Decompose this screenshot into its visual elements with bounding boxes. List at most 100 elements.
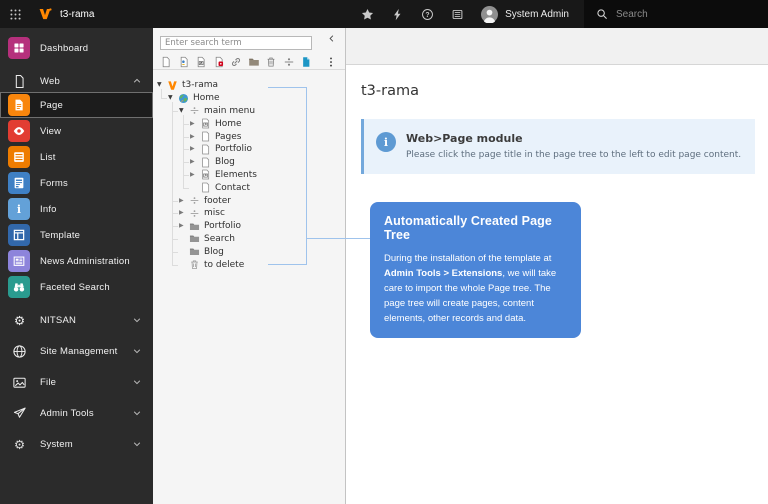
sidebar-item-label: Template <box>40 230 80 241</box>
tree-node-misc[interactable]: ▶misc <box>153 207 345 220</box>
spacer-icon <box>189 195 200 206</box>
new-folder-icon[interactable] <box>248 56 260 68</box>
caret-expanded-icon[interactable]: ▼ <box>179 108 189 114</box>
sidebar-item-news-administration[interactable]: News Administration <box>0 248 153 274</box>
sidebar-item-view[interactable]: View <box>0 118 153 144</box>
sidebar-section-admin-tools[interactable]: Admin Tools <box>0 402 153 424</box>
page-icon <box>200 131 211 142</box>
sidebar-item-label: View <box>40 126 61 137</box>
tree-node-blog[interactable]: Blog <box>153 245 345 258</box>
tree-node-label: Home <box>215 119 242 129</box>
sidebar-item-forms[interactable]: Forms <box>0 170 153 196</box>
caret-expanded-icon[interactable]: ▼ <box>157 82 167 88</box>
clear-cache-bolt-icon[interactable] <box>391 8 404 21</box>
caret-collapsed-icon[interactable]: ▶ <box>190 172 200 178</box>
more-options-icon[interactable] <box>325 56 337 68</box>
tree-node-blog[interactable]: ▶Blog <box>153 156 345 169</box>
caret-collapsed-icon[interactable]: ▶ <box>179 210 189 216</box>
eye-module-icon <box>8 120 30 142</box>
sidebar-section-label: NITSAN <box>40 315 76 326</box>
new-link-icon[interactable] <box>230 56 242 68</box>
bookmark-star-icon[interactable] <box>361 8 374 21</box>
global-search[interactable]: Search <box>584 0 768 28</box>
tree-node-footer[interactable]: ▶footer <box>153 194 345 207</box>
sidebar-item-list[interactable]: List <box>0 144 153 170</box>
sidebar-item-label: News Administration <box>40 256 130 267</box>
sidebar-section-site-management[interactable]: Site Management <box>0 340 153 362</box>
caret-collapsed-icon[interactable]: ▶ <box>190 146 200 152</box>
sidebar-section-web[interactable]: Web <box>0 70 153 92</box>
chevron-down-icon <box>132 408 142 418</box>
doc-icon <box>12 74 27 89</box>
tree-node-home[interactable]: ▼ Home <box>153 92 345 105</box>
new-backend-user-section-icon[interactable] <box>178 56 190 68</box>
page-title: t3-rama <box>361 82 755 100</box>
sidebar-item-template[interactable]: Template <box>0 222 153 248</box>
gear-icon: ⚙ <box>12 313 27 328</box>
modules-grid-icon[interactable] <box>0 0 30 28</box>
svg-text:?: ? <box>425 12 429 19</box>
sidebar-item-info[interactable]: i Info <box>0 196 153 222</box>
shortcut-icon <box>200 118 211 129</box>
caret-collapsed-icon[interactable]: ▶ <box>190 134 200 140</box>
svg-text:⚙: ⚙ <box>14 437 25 452</box>
new-shortcut-icon[interactable] <box>195 56 207 68</box>
tree-node-portfolio[interactable]: ▶ Portfolio <box>153 143 345 156</box>
folder-icon <box>189 246 200 257</box>
topbar-toolbar: ? System Admin <box>361 0 584 28</box>
page-tree: ▼t3-rama▼Home▼main menu▶Home▶Pages▶Portf… <box>153 70 345 271</box>
tree-node-label: main menu <box>204 106 255 116</box>
new-recycler-icon[interactable] <box>265 56 277 68</box>
sidebar-section-file[interactable]: File <box>0 371 153 393</box>
chevron-down-icon <box>132 315 142 325</box>
callout-connector-line <box>307 238 371 239</box>
module-menu-icon[interactable] <box>451 8 464 21</box>
caret-collapsed-icon[interactable]: ▶ <box>179 198 189 204</box>
callout-connector-line <box>268 264 307 265</box>
sidebar-section-label: System <box>40 439 73 450</box>
tree-search-input[interactable] <box>160 36 312 50</box>
caret-collapsed-icon[interactable]: ▶ <box>190 159 200 165</box>
caret-collapsed-icon[interactable]: ▶ <box>179 223 189 229</box>
tree-node-pages[interactable]: ▶ Pages <box>153 130 345 143</box>
sidebar-section-label: Web <box>40 76 60 87</box>
help-icon[interactable]: ? <box>421 8 434 21</box>
template-module-icon <box>8 224 30 246</box>
tree-node-contact[interactable]: Contact <box>153 181 345 194</box>
sidebar-section-nitsan[interactable]: ⚙ NITSAN <box>0 309 153 331</box>
tree-node-portfolio[interactable]: ▶ Portfolio <box>153 220 345 233</box>
caret-expanded-icon[interactable]: ▼ <box>168 95 178 101</box>
tree-node-label: Portfolio <box>204 221 241 231</box>
tree-node-label: Portfolio <box>215 144 252 154</box>
chevron-up-icon <box>132 76 142 86</box>
tree-node-label: Pages <box>215 132 241 142</box>
sidebar-section-system[interactable]: ⚙ System <box>0 433 153 455</box>
tree-node-main-menu[interactable]: ▼ main menu <box>153 105 345 118</box>
new-mountpoint-icon[interactable] <box>300 56 312 68</box>
sidebar-item-label: Info <box>40 204 57 215</box>
caret-collapsed-icon[interactable]: ▶ <box>190 121 200 127</box>
tree-node-elements[interactable]: ▶Elements <box>153 169 345 182</box>
site-name: t3-rama <box>60 0 94 28</box>
binoculars-module-icon <box>8 276 30 298</box>
tree-node-t3-rama[interactable]: ▼t3-rama <box>153 79 345 92</box>
collapse-tree-icon[interactable] <box>327 34 336 43</box>
sidebar-section-label: Admin Tools <box>40 408 94 419</box>
tree-node-to-delete[interactable]: to delete <box>153 258 345 271</box>
callout-title: Automatically Created Page Tree <box>384 214 567 242</box>
typo3-logo-icon[interactable] <box>38 0 52 28</box>
new-spacer-icon[interactable] <box>283 56 295 68</box>
tree-node-home[interactable]: ▶ Home <box>153 117 345 130</box>
new-external-url-icon[interactable] <box>213 56 225 68</box>
tree-node-label: Blog <box>204 247 224 257</box>
image-icon <box>12 375 27 390</box>
sidebar-item-page[interactable]: Page <box>0 92 153 118</box>
news-module-icon <box>8 250 30 272</box>
spacer-icon <box>189 208 200 219</box>
sidebar-item-dashboard[interactable]: Dashboard <box>0 35 153 61</box>
tree-node-label: Home <box>193 93 220 103</box>
sidebar-item-faceted-search[interactable]: Faceted Search <box>0 274 153 300</box>
svg-text:i: i <box>17 203 21 216</box>
new-page-icon[interactable] <box>160 56 172 68</box>
user-menu[interactable]: System Admin <box>481 6 569 23</box>
